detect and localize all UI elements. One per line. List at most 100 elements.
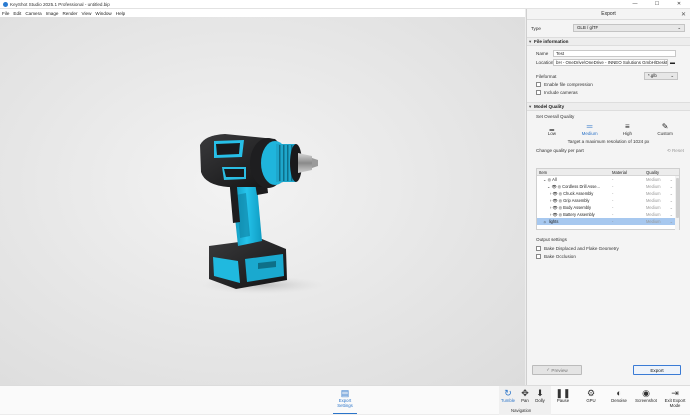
eye-icon[interactable]: 👁 <box>553 190 558 197</box>
name-field[interactable]: Test <box>553 50 676 57</box>
cameras-row[interactable]: Include cameras <box>536 89 690 96</box>
expand-icon[interactable]: › <box>550 204 551 211</box>
row-quality[interactable]: Medium ⌄ <box>644 197 675 204</box>
table-row[interactable]: › 👁 ◎ Body Assembly - Medium ⌄ <box>537 204 679 211</box>
panel-header: Export ✕ <box>527 9 690 20</box>
reset-button[interactable]: ⟲ Reset <box>667 148 684 154</box>
minimize-button[interactable]: — <box>624 0 646 9</box>
preview-button[interactable]: ✓ Preview <box>532 365 582 375</box>
row-quality[interactable]: Medium ⌄ <box>644 183 675 190</box>
row-quality-value: Medium <box>646 205 661 210</box>
quality-high-option[interactable]: ≡ High <box>612 122 642 136</box>
row-quality-value: Medium <box>646 219 661 224</box>
table-row[interactable]: ⌄ ◎ All - Medium ⌄ <box>537 176 679 183</box>
chevron-down-icon: ⌄ <box>669 205 673 210</box>
export-settings-button[interactable]: ▤ Export Settings <box>333 388 357 408</box>
expand-icon[interactable]: › <box>550 190 551 197</box>
cameras-checkbox[interactable] <box>536 90 541 95</box>
row-item: lights <box>548 219 559 224</box>
header-quality[interactable]: Quality <box>644 169 675 175</box>
table-row[interactable]: ☼ lights - Medium ⌄ <box>537 218 679 225</box>
quality-low-label: Low <box>547 131 556 136</box>
menu-view[interactable]: View <box>82 11 92 16</box>
expand-icon[interactable]: ⌄ <box>547 183 550 190</box>
exit-export-label: Exit Export Mode <box>664 398 686 408</box>
folder-icon[interactable]: ▬ <box>670 60 675 66</box>
header-item[interactable]: Item <box>537 169 610 175</box>
cordless-drill-render <box>200 134 324 294</box>
export-label: Export <box>650 367 664 373</box>
row-quality[interactable]: Medium ⌄ <box>644 218 675 225</box>
file-information-section[interactable]: File information <box>527 37 690 46</box>
table-row[interactable]: › 👁 ◎ Grip Assembly - Medium ⌄ <box>537 197 679 204</box>
compression-row[interactable]: Enable file compression <box>536 81 690 88</box>
row-quality[interactable]: Medium ⌄ <box>644 211 675 218</box>
exit-export-mode-button[interactable]: ⇥ Exit Export Mode <box>662 388 688 408</box>
eye-icon[interactable]: 👁 <box>553 197 558 204</box>
table-row[interactable]: ⌄ 👁 ◎ Cordless Drill Asse... - Medium ⌄ <box>537 183 679 190</box>
window-title: KeyShot Studio 2025.1 Professional - unt… <box>10 1 110 7</box>
bottom-toolbar: ▤ Export Settings ↻ Tumble ✥ Pan ⬇ Dolly… <box>0 385 690 415</box>
pause-button[interactable]: ❚❚ Pause <box>555 388 571 403</box>
row-quality[interactable]: Medium ⌄ <box>644 204 675 211</box>
header-material[interactable]: Material <box>610 169 644 175</box>
expand-icon[interactable]: › <box>550 211 551 218</box>
bake-occlusion-row[interactable]: Bake Occlusion <box>536 253 576 260</box>
quality-medium-option[interactable]: ═ Medium <box>575 122 605 136</box>
row-quality-value: Medium <box>646 191 661 196</box>
expand-icon[interactable]: › <box>550 197 551 204</box>
close-window-button[interactable]: ✕ <box>668 0 690 9</box>
title-bar: KeyShot Studio 2025.1 Professional - unt… <box>0 0 690 9</box>
eye-icon[interactable]: 👁 <box>553 204 558 211</box>
menu-file[interactable]: File <box>2 11 9 16</box>
type-select[interactable]: GLB / glTF ⌄ <box>573 24 685 32</box>
row-quality-value: Medium <box>646 212 661 217</box>
quality-custom-option[interactable]: ✎ Custom <box>650 122 680 136</box>
table-scrollbar[interactable] <box>675 176 679 230</box>
menu-window[interactable]: Window <box>95 11 111 16</box>
pan-button[interactable]: ✥ Pan <box>518 388 532 403</box>
row-material: - <box>612 191 614 196</box>
row-quality[interactable]: Medium ⌄ <box>644 176 675 183</box>
row-material: - <box>612 219 614 224</box>
eye-icon[interactable]: 👁 <box>553 211 558 218</box>
bake-occlusion-checkbox[interactable] <box>536 254 541 259</box>
screenshot-button[interactable]: ◉ Screenshot <box>634 388 658 403</box>
chevron-down-icon: ⌄ <box>669 191 673 196</box>
type-row: Type GLB / glTF ⌄ <box>531 24 690 32</box>
menu-image[interactable]: Image <box>46 11 59 16</box>
quality-medium-label: Medium <box>581 131 598 136</box>
menu-help[interactable]: Help <box>116 11 125 16</box>
maximize-button[interactable]: ☐ <box>646 0 668 9</box>
bake-geometry-checkbox[interactable] <box>536 246 541 251</box>
navigation-label: Navigation <box>511 408 532 413</box>
bake-geometry-label: Bake Displaced and Flake Geometry <box>544 246 619 251</box>
dolly-button[interactable]: ⬇ Dolly <box>533 388 547 403</box>
bake-geometry-row[interactable]: Bake Displaced and Flake Geometry <box>536 245 619 252</box>
table-row[interactable]: › 👁 ◎ Chuck Assembly - Medium ⌄ <box>537 190 679 197</box>
gpu-button[interactable]: ⚙ GPU <box>583 388 599 403</box>
compression-checkbox[interactable] <box>536 82 541 87</box>
export-button[interactable]: Export <box>633 365 681 375</box>
menu-render[interactable]: Render <box>62 11 77 16</box>
location-field[interactable]: bH - OneDrive\OneDrive - INNEO Solutions… <box>553 59 668 66</box>
camera-icon: ◉ <box>642 388 650 398</box>
quality-low-option[interactable]: ‗ Low <box>537 122 567 136</box>
reset-label: Reset <box>671 147 684 153</box>
denoise-button[interactable]: ◐ Denoise <box>610 388 628 403</box>
row-quality-value: Medium <box>646 198 661 203</box>
render-viewport[interactable] <box>0 17 525 385</box>
scrollbar-thumb[interactable] <box>675 178 679 218</box>
row-quality[interactable]: Medium ⌄ <box>644 190 675 197</box>
high-quality-icon: ≡ <box>625 122 630 131</box>
eye-icon[interactable]: 👁 <box>552 183 557 190</box>
menu-edit[interactable]: Edit <box>13 11 21 16</box>
close-panel-icon[interactable]: ✕ <box>681 11 686 18</box>
table-row[interactable]: › 👁 ◎ Battery Assembly - Medium ⌄ <box>537 211 679 218</box>
fileformat-select[interactable]: *.glb ⌄ <box>644 72 678 80</box>
tumble-button[interactable]: ↻ Tumble <box>500 388 516 403</box>
expand-icon[interactable]: ⌄ <box>543 176 546 183</box>
menu-camera[interactable]: Camera <box>25 11 41 16</box>
model-quality-section[interactable]: Model Quality <box>527 102 690 111</box>
location-row: Location bH - OneDrive\OneDrive - INNEO … <box>536 59 690 66</box>
